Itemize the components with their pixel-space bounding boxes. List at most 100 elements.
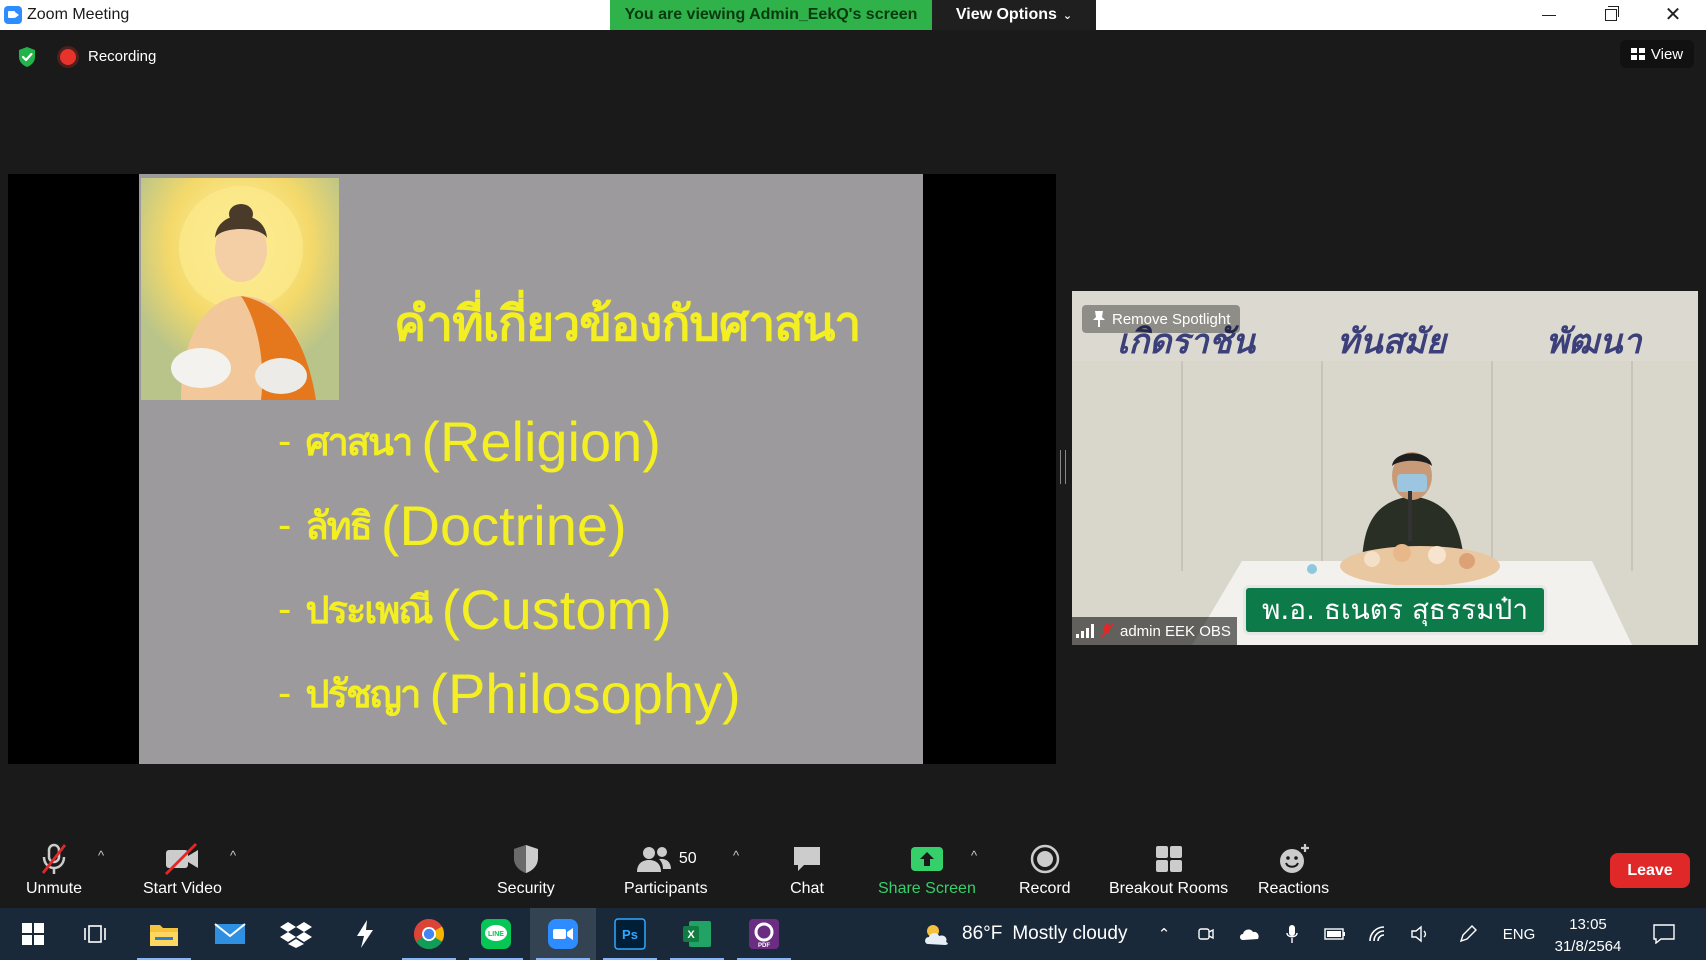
bullet-english-term: (Religion) bbox=[421, 409, 661, 473]
svg-text:X: X bbox=[687, 929, 695, 941]
reactions-button[interactable]: Reactions bbox=[1258, 842, 1329, 898]
record-label: Record bbox=[1019, 880, 1071, 897]
wifi-icon bbox=[1369, 926, 1385, 942]
taskbar-bolt-app[interactable] bbox=[332, 908, 398, 960]
tray-onedrive[interactable] bbox=[1236, 908, 1262, 960]
view-options-button[interactable]: View Options ⌄ bbox=[932, 0, 1096, 30]
window-title: Zoom Meeting bbox=[27, 6, 130, 23]
lightning-bolt-icon bbox=[357, 920, 373, 948]
recording-indicator-icon[interactable] bbox=[60, 49, 76, 65]
weather-widget[interactable]: 86°F Mostly cloudy bbox=[922, 908, 1127, 960]
chevron-down-icon: ⌄ bbox=[1062, 9, 1073, 22]
camera-tray-icon bbox=[1198, 928, 1214, 940]
close-window-button[interactable]: ✕ bbox=[1642, 0, 1704, 30]
restore-button[interactable] bbox=[1580, 0, 1642, 30]
svg-text:Ps: Ps bbox=[622, 927, 638, 942]
meeting-toolbar: Unmute ^ Start Video ^ Security 50 Parti… bbox=[0, 830, 1706, 908]
tray-meet-now[interactable] bbox=[1194, 908, 1218, 960]
slide-title: คำที่เกี่ยวข้องกับศาสนา bbox=[394, 296, 861, 352]
participants-icon bbox=[636, 847, 671, 872]
bullet-dash: - bbox=[278, 586, 292, 631]
photoshop-icon: Ps bbox=[614, 918, 646, 950]
share-screen-button[interactable]: Share Screen bbox=[878, 842, 976, 898]
bullet-thai-term: ลัทธิ bbox=[305, 503, 373, 548]
leave-meeting-button[interactable]: Leave bbox=[1610, 853, 1690, 888]
bullet-dash: - bbox=[278, 418, 292, 463]
remove-spotlight-button[interactable]: Remove Spotlight bbox=[1082, 305, 1241, 333]
view-layout-button[interactable]: View bbox=[1620, 40, 1694, 68]
encryption-shield-icon[interactable] bbox=[17, 46, 37, 68]
slide-bullet-list: - ศาสนา (Religion) - ลัทธิ (Doctrine) - … bbox=[278, 399, 741, 735]
chat-button[interactable]: Chat bbox=[790, 842, 824, 898]
bullet-dash: - bbox=[278, 670, 292, 715]
record-button[interactable]: Record bbox=[1019, 842, 1071, 898]
start-video-label: Start Video bbox=[143, 880, 222, 897]
breakout-rooms-button[interactable]: Breakout Rooms bbox=[1109, 842, 1228, 898]
video-options-caret-icon[interactable]: ^ bbox=[230, 848, 236, 863]
battery-icon bbox=[1324, 928, 1345, 940]
participants-button[interactable]: 50 Participants bbox=[624, 842, 708, 898]
panel-resize-handle[interactable] bbox=[1060, 450, 1066, 484]
breakout-rooms-icon bbox=[1155, 846, 1182, 872]
taskbar-mail[interactable] bbox=[197, 908, 263, 960]
bullet-thai-term: ศาสนา bbox=[305, 419, 413, 464]
shared-screen: คำที่เกี่ยวข้องกับศาสนา - ศาสนา (Religio… bbox=[8, 174, 1056, 764]
tray-battery[interactable] bbox=[1322, 908, 1348, 960]
speaker-icon bbox=[1411, 925, 1427, 943]
mail-icon bbox=[214, 923, 246, 944]
show-hidden-icons-button[interactable]: ⌃ bbox=[1152, 908, 1176, 960]
taskbar-pdf-app[interactable]: PDF bbox=[731, 908, 797, 960]
audio-options-caret-icon[interactable]: ^ bbox=[98, 848, 104, 863]
taskbar-zoom[interactable] bbox=[530, 908, 596, 960]
action-center-button[interactable] bbox=[1646, 908, 1682, 960]
start-video-button[interactable]: Start Video bbox=[143, 842, 222, 898]
taskbar-excel[interactable]: X bbox=[664, 908, 730, 960]
taskbar-photoshop[interactable]: Ps bbox=[597, 908, 663, 960]
chevron-up-icon: ⌃ bbox=[1157, 926, 1171, 943]
clock-time: 13:05 bbox=[1569, 916, 1607, 933]
signal-strength-icon bbox=[1076, 624, 1094, 638]
taskbar-dropbox[interactable] bbox=[263, 908, 329, 960]
bullet-english-term: (Custom) bbox=[441, 577, 672, 641]
taskbar-line[interactable]: LINE bbox=[463, 908, 529, 960]
participants-label: Participants bbox=[624, 880, 708, 897]
grid-view-icon bbox=[1630, 48, 1645, 60]
taskbar-file-explorer[interactable] bbox=[131, 908, 197, 960]
slide-bullet-item: - ศาสนา (Religion) bbox=[278, 399, 741, 483]
title-bar: Zoom Meeting You are viewing Admin_EekQ'… bbox=[0, 0, 1706, 30]
partly-cloudy-icon bbox=[925, 925, 948, 945]
tray-wifi[interactable] bbox=[1366, 908, 1390, 960]
viewing-screen-banner: You are viewing Admin_EekQ's screen bbox=[610, 0, 932, 30]
slide-bullet-item: - ปรัชญา (Philosophy) bbox=[278, 651, 741, 735]
dropbox-icon bbox=[280, 922, 312, 948]
taskbar-chrome[interactable] bbox=[396, 908, 462, 960]
participant-name: admin EEK OBS bbox=[1120, 622, 1231, 640]
unmute-button[interactable]: Unmute bbox=[26, 842, 82, 898]
reactions-smiley-icon bbox=[1279, 844, 1309, 873]
participant-video-tile[interactable]: เกิดราชัน ทันสมัย พัฒนา พ.อ. ธเนตร สุธรร… bbox=[1072, 291, 1698, 645]
muted-microphone-icon bbox=[1100, 623, 1114, 639]
security-button[interactable]: Security bbox=[497, 842, 555, 898]
tray-microphone[interactable] bbox=[1280, 908, 1304, 960]
weather-description: Mostly cloudy bbox=[1012, 923, 1128, 944]
slide-bullet-item: - ลัทธิ (Doctrine) bbox=[278, 483, 741, 567]
pdf-app-icon: PDF bbox=[749, 919, 779, 949]
zoom-app-icon bbox=[4, 6, 22, 24]
weather-temperature: 86°F bbox=[962, 923, 1003, 944]
bullet-english-term: (Philosophy) bbox=[429, 661, 741, 725]
presentation-slide: คำที่เกี่ยวข้องกับศาสนา - ศาสนา (Religio… bbox=[139, 174, 923, 764]
task-view-button[interactable] bbox=[62, 908, 128, 960]
windows-logo-icon bbox=[22, 923, 44, 945]
share-options-caret-icon[interactable]: ^ bbox=[971, 848, 977, 863]
minimize-button[interactable] bbox=[1518, 0, 1580, 30]
bullet-thai-term: ปรัชญา bbox=[305, 671, 421, 716]
input-language-indicator[interactable]: ENG bbox=[1496, 908, 1542, 960]
windows-start-button[interactable] bbox=[0, 908, 66, 960]
taskbar-clock[interactable]: 13:05 31/8/2564 bbox=[1548, 914, 1628, 958]
recording-label: Recording bbox=[88, 48, 157, 65]
tray-pen[interactable] bbox=[1455, 908, 1481, 960]
slide-bullet-item: - ประเพณี (Custom) bbox=[278, 567, 741, 651]
participants-options-caret-icon[interactable]: ^ bbox=[733, 848, 739, 863]
chrome-icon bbox=[413, 919, 445, 950]
tray-volume[interactable] bbox=[1408, 908, 1432, 960]
